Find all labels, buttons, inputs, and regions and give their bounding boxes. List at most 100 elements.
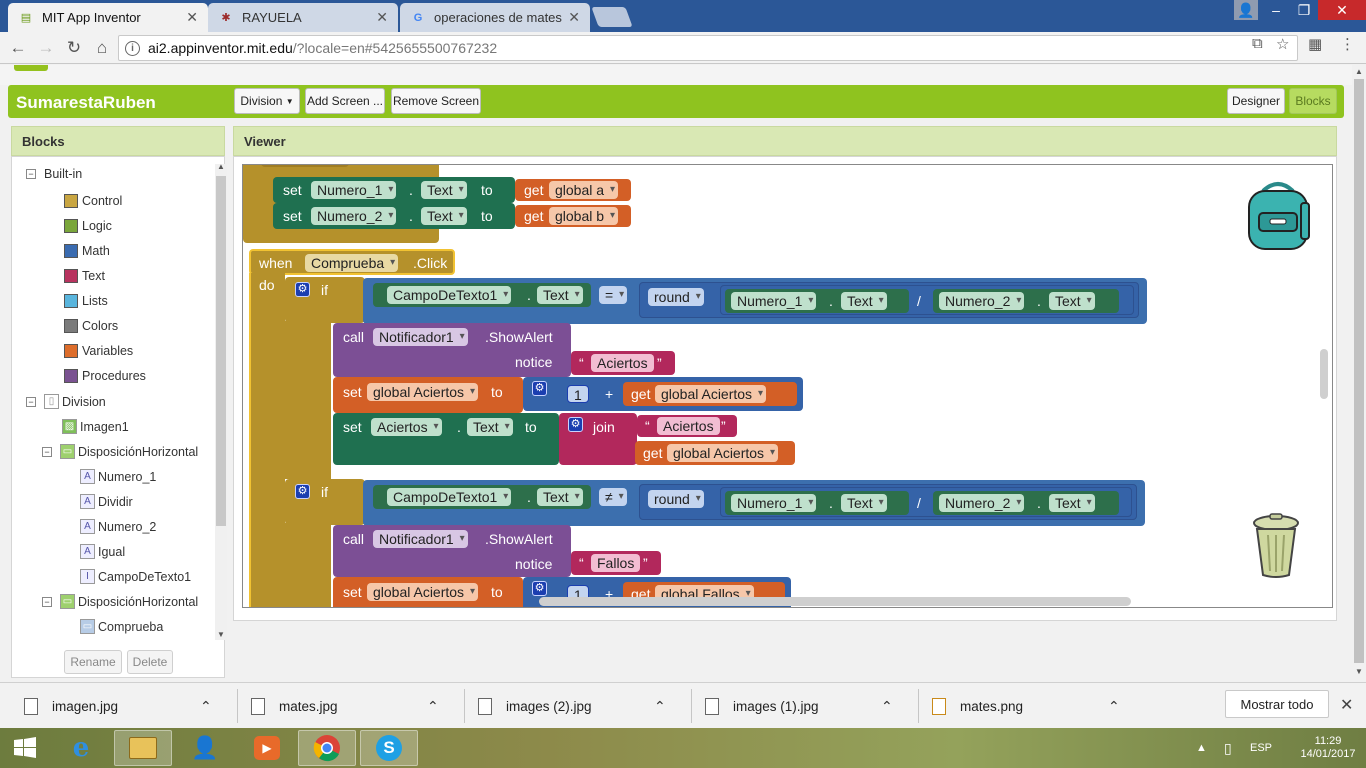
- collapse-icon[interactable]: −: [26, 396, 36, 407]
- campo-dropdown[interactable]: CampoDeTexto1: [387, 488, 512, 506]
- number-one-value[interactable]: 1: [567, 385, 589, 403]
- text-property-dropdown[interactable]: Text: [1049, 494, 1095, 512]
- get-global-a-block[interactable]: get global a: [515, 179, 631, 201]
- divide-block[interactable]: Numero_1 . Text / Numero_2 . Text: [720, 487, 1132, 517]
- close-window-icon[interactable]: ✕: [1318, 0, 1366, 20]
- join-block[interactable]: ⚙ join: [559, 413, 637, 465]
- scroll-down-arrow-icon[interactable]: ▼: [1355, 667, 1363, 676]
- get-global-aciertos-join-block[interactable]: get global Aciertos: [635, 441, 795, 465]
- global-aciertos-dropdown[interactable]: global Aciertos: [655, 385, 767, 403]
- media-player-icon[interactable]: ▶: [238, 730, 296, 766]
- text-aciertos-block[interactable]: “ Aciertos ”: [571, 351, 675, 375]
- file-explorer-icon[interactable]: [114, 730, 172, 766]
- mutator-gear-icon[interactable]: ⚙: [532, 381, 547, 396]
- numero1-dropdown[interactable]: Numero_1: [731, 292, 817, 310]
- remove-screen-button[interactable]: Remove Screen: [391, 88, 481, 114]
- system-clock[interactable]: 11:29 14/01/2017: [1296, 728, 1360, 768]
- mutator-gear-icon[interactable]: ⚙: [568, 417, 583, 432]
- get-global-aciertos-block[interactable]: get global Aciertos: [623, 382, 797, 406]
- global-a-dropdown[interactable]: global a: [549, 181, 619, 199]
- global-aciertos-dropdown[interactable]: global Aciertos: [367, 383, 479, 401]
- mutator-gear-icon[interactable]: ⚙: [295, 484, 310, 499]
- global-aciertos-dropdown[interactable]: global Aciertos: [367, 583, 479, 601]
- numero1-dropdown[interactable]: Numero_1: [311, 181, 397, 199]
- extension-icon[interactable]: ▦: [1308, 35, 1322, 53]
- battery-icon[interactable]: ▯: [1224, 728, 1232, 768]
- comprueba-dropdown[interactable]: Comprueba: [305, 254, 399, 272]
- text-property-dropdown[interactable]: Text: [537, 488, 583, 506]
- component-igual[interactable]: A Igual: [80, 544, 125, 559]
- new-tab-button[interactable]: [591, 7, 633, 27]
- tree-scrollbar-thumb[interactable]: [216, 176, 226, 526]
- scroll-up-arrow-icon[interactable]: ▲: [1355, 67, 1363, 76]
- text-fallos-value[interactable]: Fallos: [591, 554, 641, 572]
- workspace-vertical-scrollbar[interactable]: [1320, 349, 1328, 399]
- blocks-workspace[interactable]: set Numero_1 . Text to get global a set …: [242, 164, 1333, 608]
- chevron-up-icon[interactable]: ⌃: [200, 698, 212, 715]
- if-block-1[interactable]: ⚙ if then: [285, 277, 365, 344]
- component-comprueba[interactable]: ▭ Comprueba: [80, 619, 163, 634]
- not-equal-operator-dropdown[interactable]: ≠: [599, 488, 627, 506]
- workspace-horizontal-scrollbar[interactable]: [539, 597, 1131, 606]
- component-campodetexto1[interactable]: I CampoDeTexto1: [80, 569, 191, 584]
- download-item[interactable]: imagen.jpg ⌃: [18, 683, 228, 729]
- global-b-dropdown[interactable]: global b: [549, 207, 619, 225]
- numero2-dropdown[interactable]: Numero_2: [311, 207, 397, 225]
- text-property-dropdown[interactable]: Text: [537, 286, 583, 304]
- builtin-procedures[interactable]: Procedures: [64, 369, 146, 383]
- builtin-math[interactable]: Math: [64, 244, 110, 258]
- tree-screen-division[interactable]: − ▯ Division: [26, 394, 106, 409]
- component-imagen1[interactable]: ▨ Imagen1: [42, 419, 129, 434]
- restore-icon[interactable]: ❐: [1290, 0, 1318, 20]
- aciertos-label-dropdown[interactable]: Aciertos: [371, 418, 442, 436]
- round-dropdown[interactable]: round: [648, 288, 704, 306]
- screen-select-button[interactable]: Division ▼: [234, 88, 300, 114]
- call-showalert-fallos-block[interactable]: call Notificador1 .ShowAlert notice: [333, 525, 571, 577]
- tab-rayuela[interactable]: ✱ RAYUELA ✕: [208, 3, 398, 32]
- text-fallos-block[interactable]: “ Fallos ”: [571, 551, 661, 575]
- set-aciertos-text-block[interactable]: set Aciertos . Text to: [333, 413, 559, 465]
- download-item[interactable]: images (2).jpg ⌃: [472, 683, 682, 729]
- minimize-icon[interactable]: –: [1262, 0, 1290, 20]
- download-item[interactable]: mates.png ⌃: [926, 683, 1136, 729]
- collapse-icon[interactable]: −: [42, 596, 52, 607]
- numero1-text-getter-block[interactable]: Numero_1 . Text: [725, 289, 909, 313]
- get-global-b-block[interactable]: get global b: [515, 205, 631, 227]
- round-block[interactable]: round Numero_1 . Text / Numero_2 . Text: [639, 282, 1139, 318]
- show-hidden-icons-icon[interactable]: ▲: [1196, 728, 1207, 768]
- text-property-dropdown[interactable]: Text: [421, 207, 467, 225]
- campo-text-getter-block[interactable]: CampoDeTexto1 . Text: [373, 485, 591, 509]
- download-item[interactable]: mates.jpg ⌃: [245, 683, 455, 729]
- language-indicator[interactable]: ESP: [1250, 728, 1272, 768]
- if-block-2[interactable]: ⚙ if then: [285, 479, 365, 546]
- numero2-text-getter-block[interactable]: Numero_2 . Text: [933, 491, 1119, 515]
- chevron-up-icon[interactable]: ⌃: [1108, 698, 1120, 715]
- builtin-logic[interactable]: Logic: [64, 219, 112, 233]
- menu-icon[interactable]: ⋮: [1340, 35, 1355, 53]
- text-property-dropdown[interactable]: Text: [841, 292, 887, 310]
- download-item[interactable]: images (1).jpg ⌃: [699, 683, 909, 729]
- home-icon[interactable]: ⌂: [90, 36, 114, 60]
- numero1-text-getter-block[interactable]: Numero_1 . Text: [725, 491, 909, 515]
- component-disposici-nhorizontal[interactable]: − ▭ DisposiciónHorizontal: [42, 444, 198, 459]
- tree-builtin[interactable]: − Built-in: [26, 167, 82, 181]
- collapse-icon[interactable]: −: [26, 169, 36, 179]
- translate-icon[interactable]: ⧉: [1252, 35, 1263, 52]
- notificador-dropdown[interactable]: Notificador1: [373, 530, 468, 548]
- mutator-gear-icon[interactable]: ⚙: [295, 282, 310, 297]
- tab-operaciones[interactable]: G operaciones de mates fo ✕: [400, 3, 590, 32]
- add-block[interactable]: ⚙ 1 + get global Aciertos: [523, 377, 803, 411]
- user-icon[interactable]: 👤: [1234, 0, 1258, 20]
- backpack-icon[interactable]: [1243, 179, 1313, 251]
- show-all-downloads-button[interactable]: Mostrar todo: [1225, 690, 1329, 718]
- url-input[interactable]: i ai2.appinventor.mit.edu/?locale=en#542…: [118, 35, 1298, 61]
- scroll-up-arrow-icon[interactable]: ▲: [217, 162, 225, 171]
- blocks-button[interactable]: Blocks: [1289, 88, 1337, 114]
- set-global-aciertos-block-2[interactable]: set global Aciertos to: [333, 577, 523, 607]
- delete-button[interactable]: Delete: [127, 650, 173, 674]
- call-showalert-aciertos-block[interactable]: call Notificador1 .ShowAlert notice: [333, 323, 571, 377]
- trash-can-icon[interactable]: [1249, 513, 1303, 579]
- notificador-dropdown[interactable]: Notificador1: [373, 328, 468, 346]
- info-icon[interactable]: i: [125, 40, 140, 56]
- numero2-dropdown[interactable]: Numero_2: [939, 292, 1025, 310]
